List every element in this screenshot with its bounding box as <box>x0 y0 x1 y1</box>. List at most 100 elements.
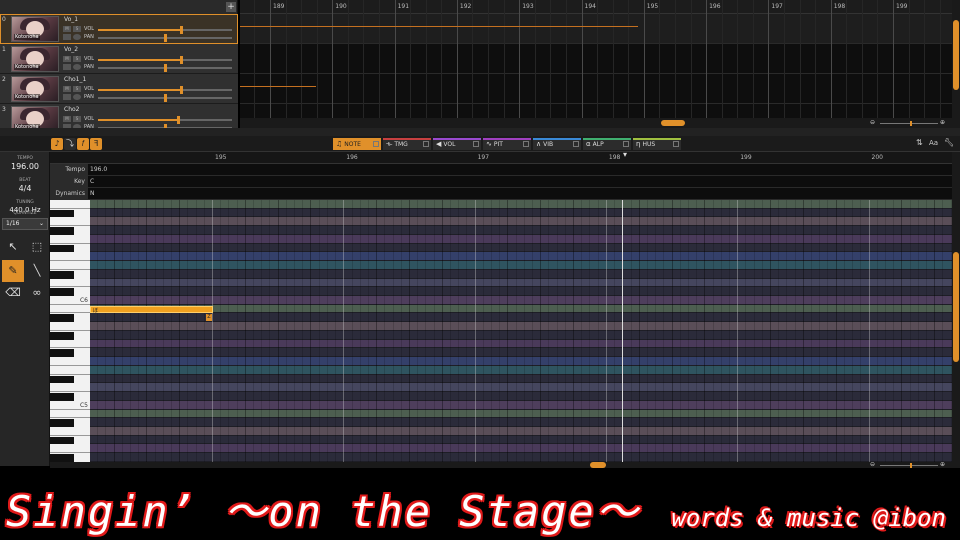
piano-roll-vertical-scrollbar[interactable] <box>952 152 960 466</box>
solo-button[interactable]: S <box>73 56 81 62</box>
arranger-timeline[interactable]: 189190191192193194195196197198199200 ⊖ ⊕ <box>240 0 960 134</box>
piano-roll-ruler[interactable]: 195 196 197 198 199 200 ▾ <box>50 150 952 164</box>
track-name[interactable]: Cho2 <box>64 106 79 113</box>
range-select-tool-icon[interactable]: ⬚ <box>26 236 48 258</box>
param-value[interactable]: 196.0 <box>90 164 107 176</box>
tab-label: PIT <box>493 141 503 148</box>
pan-label: PAN <box>84 64 94 70</box>
singer-avatar[interactable]: Kotonoha <box>11 46 59 72</box>
eraser-tool-icon[interactable]: ⌫ <box>2 282 24 304</box>
tab-note[interactable]: ♫ NOTE <box>333 138 381 150</box>
record-icon[interactable] <box>63 94 71 100</box>
tab-alp[interactable]: α ALP <box>583 138 631 150</box>
roll-measure-label: 197 <box>477 154 490 161</box>
piano-roll-vscroll-thumb[interactable] <box>953 252 959 362</box>
solo-button[interactable]: S <box>73 86 81 92</box>
roll-zoom-out-icon[interactable]: ⊖ <box>870 461 875 468</box>
mute-button[interactable]: M <box>63 116 71 122</box>
dynamics-mode-icon[interactable]: 𝑓 <box>77 138 89 150</box>
param-row-key[interactable]: Key C <box>50 176 952 188</box>
volume-slider[interactable] <box>98 86 232 94</box>
note-lyric[interactable]: ぼ <box>93 307 98 314</box>
arranger-measure-label: 197 <box>771 3 783 10</box>
piano-keyboard[interactable]: C6C5C4 <box>50 200 90 462</box>
note[interactable]: ぼ <box>90 305 213 314</box>
line-tool-icon[interactable]: ╲ <box>26 260 48 282</box>
playhead-marker-icon[interactable]: ▾ <box>623 150 627 159</box>
pitch-mode-icon[interactable]: ⤵ <box>64 138 76 150</box>
roll-zoom-in-icon[interactable]: ⊕ <box>940 461 945 468</box>
tab-visibility-checkbox[interactable] <box>373 141 379 147</box>
solo-button[interactable]: S <box>73 26 81 32</box>
tab-label: TMG <box>394 141 408 148</box>
track-name[interactable]: Vo_2 <box>64 46 78 53</box>
arranger-track-lane[interactable] <box>240 44 952 74</box>
monitor-icon[interactable] <box>73 34 81 40</box>
track-name[interactable]: Cho1_1 <box>64 76 86 83</box>
monitor-icon[interactable] <box>73 94 81 100</box>
tab-visibility-checkbox[interactable] <box>423 141 429 147</box>
solo-button[interactable]: S <box>73 116 81 122</box>
volume-slider[interactable] <box>98 56 232 64</box>
arranger-vscroll-thumb[interactable] <box>953 20 959 90</box>
tab-visibility-checkbox[interactable] <box>473 141 479 147</box>
tab-label: HUS <box>642 141 656 148</box>
param-value[interactable]: N <box>90 188 95 200</box>
pan-slider[interactable] <box>98 34 232 42</box>
tempo-value[interactable]: 196.00 <box>0 162 50 171</box>
arranger-track-lane[interactable] <box>240 74 952 104</box>
tab-vib[interactable]: ∧ VIB <box>533 138 581 150</box>
volume-slider[interactable] <box>98 26 232 34</box>
wrench-icon[interactable]: 🔧︎ <box>944 138 954 147</box>
track-row[interactable]: 2 Kotonoha Cho1_1 M S VOL PAN <box>0 74 238 104</box>
tab-pit[interactable]: ∿ PIT <box>483 138 531 150</box>
pan-slider[interactable] <box>98 64 232 72</box>
singer-avatar[interactable]: Kotonoha <box>11 76 59 102</box>
sort-icon[interactable]: ⇅ <box>916 138 923 147</box>
link-tool-icon[interactable]: ∞ <box>26 282 48 304</box>
panel-divider[interactable] <box>0 128 960 136</box>
param-value[interactable]: C <box>90 176 94 188</box>
automation-curve[interactable] <box>240 86 316 87</box>
note-property-tag[interactable]: Z <box>206 313 212 321</box>
mute-button[interactable]: M <box>63 56 71 62</box>
tab-vol[interactable]: ◀ VOL <box>433 138 481 150</box>
tab-visibility-checkbox[interactable] <box>673 141 679 147</box>
roll-zoom-slider[interactable] <box>880 463 938 468</box>
beat-value[interactable]: 4/4 <box>0 184 50 193</box>
tab-visibility-checkbox[interactable] <box>623 141 629 147</box>
track-name[interactable]: Vo_1 <box>64 16 78 23</box>
tab-hus[interactable]: η HUS <box>633 138 681 150</box>
arranger-track-lane[interactable] <box>240 14 952 44</box>
singer-avatar[interactable]: Kotonoha <box>11 16 59 42</box>
record-icon[interactable] <box>63 64 71 70</box>
monitor-icon[interactable] <box>73 64 81 70</box>
tab-visibility-checkbox[interactable] <box>523 141 529 147</box>
quantize-select[interactable]: 1/16 ⌄ <box>2 218 48 230</box>
note-mode-icon[interactable]: ♪ <box>51 138 63 150</box>
param-row-dynamics[interactable]: Dynamics N <box>50 188 952 200</box>
tab-icon: ◀ <box>436 140 442 148</box>
record-icon[interactable] <box>63 34 71 40</box>
tab-tmg[interactable]: ⟛ TMG <box>383 138 431 150</box>
arranger-measure-label: 193 <box>522 3 534 10</box>
fp-mode-icon[interactable]: ꟻ <box>90 138 102 150</box>
pan-slider[interactable] <box>98 94 232 102</box>
tab-visibility-checkbox[interactable] <box>573 141 579 147</box>
track-row[interactable]: 0 Kotonoha Vo_1 M S VOL PAN <box>0 14 238 44</box>
mute-button[interactable]: M <box>63 86 71 92</box>
arranger-ruler[interactable]: 189190191192193194195196197198199200 <box>240 0 960 14</box>
volume-slider[interactable] <box>98 116 232 124</box>
piano-roll-grid[interactable]: ぼZ <box>90 200 952 462</box>
automation-curve[interactable] <box>240 26 638 27</box>
mute-button[interactable]: M <box>63 26 71 32</box>
add-track-button[interactable]: + <box>226 2 236 12</box>
font-size-button[interactable]: Aa <box>929 139 938 147</box>
tempo-label: TEMPO <box>17 156 33 161</box>
pointer-tool-icon[interactable]: ↖ <box>2 236 24 258</box>
track-row[interactable]: 1 Kotonoha Vo_2 M S VOL PAN <box>0 44 238 74</box>
playhead-line[interactable] <box>621 200 623 462</box>
param-row-tempo[interactable]: Tempo 196.0 <box>50 164 952 176</box>
pencil-tool-icon[interactable]: ✎ <box>2 260 24 282</box>
arranger-vertical-scrollbar[interactable] <box>952 0 960 128</box>
